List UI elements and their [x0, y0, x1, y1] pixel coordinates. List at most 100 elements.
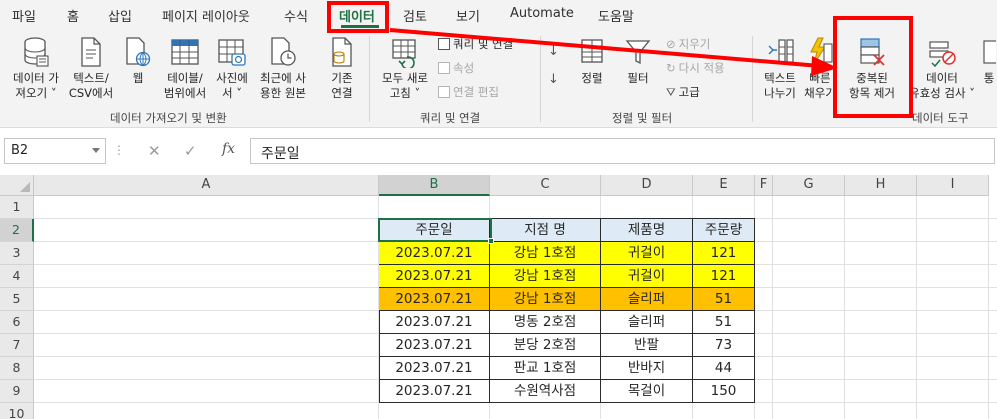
table-cell-product[interactable]: 반바지 [601, 357, 693, 380]
row-header-6[interactable]: 6 [0, 311, 34, 334]
row-header-3[interactable]: 3 [0, 242, 34, 265]
table-cell-quantity[interactable]: 121 [693, 265, 755, 288]
tab-view[interactable]: 보기 [456, 6, 480, 25]
text-to-columns-button[interactable]: 텍스트 나누기 [756, 36, 804, 101]
table-cell-order-date[interactable]: 2023.07.21 [379, 334, 490, 357]
remove-duplicates-button[interactable]: 중복된 항목 제거 [840, 36, 904, 101]
table-cell-branch[interactable]: 수원역사점 [490, 380, 601, 403]
table-cell-quantity[interactable]: 150 [693, 380, 755, 403]
from-text-csv-button[interactable]: 텍스트/ CSV에서 [66, 36, 116, 101]
select-all-button[interactable] [0, 175, 34, 196]
tab-review[interactable]: 검토 [403, 6, 427, 25]
tab-insert[interactable]: 삽입 [108, 6, 132, 25]
column-header-f[interactable]: F [755, 175, 773, 196]
column-header-d[interactable]: D [601, 175, 693, 196]
row-header-5[interactable]: 5 [0, 288, 34, 311]
row-header-1[interactable]: 1 [0, 196, 34, 219]
table-cell-quantity[interactable]: 51 [693, 311, 755, 334]
table-cell-branch[interactable]: 분당 2호점 [490, 334, 601, 357]
filter-button[interactable]: 필터 [618, 36, 658, 86]
flash-fill-button[interactable]: 빠른 채우기 [804, 36, 836, 101]
sort-za-button[interactable]: ↓ [548, 72, 559, 87]
column-header-i[interactable]: I [917, 175, 989, 196]
flash-fill-label-2: 채우기 [804, 86, 836, 100]
column-header-h[interactable]: H [845, 175, 917, 196]
tab-automate[interactable]: Automate [510, 6, 574, 21]
table-header-quantity[interactable]: 주문량 [693, 219, 755, 242]
table-cell-branch[interactable]: 강남 1호점 [490, 288, 601, 311]
row-header-8[interactable]: 8 [0, 357, 34, 380]
table-cell-quantity[interactable]: 44 [693, 357, 755, 380]
tab-formulas[interactable]: 수식 [284, 6, 308, 25]
tab-file[interactable]: 파일 [12, 6, 36, 25]
get-data-button[interactable]: 데이터 가 져오기 ˅ [6, 36, 66, 101]
from-web-button[interactable]: 웹 [118, 36, 158, 86]
enter-check-icon[interactable]: ✓ [184, 142, 197, 160]
column-header-e[interactable]: E [693, 175, 755, 196]
grid-line-vertical [772, 196, 773, 419]
table-cell-order-date[interactable]: 2023.07.21 [379, 357, 490, 380]
tab-data[interactable]: 데이터 [339, 6, 375, 25]
column-header-g[interactable]: G [773, 175, 845, 196]
tab-home[interactable]: 홈 [67, 6, 79, 25]
queries-connections-button[interactable]: 쿼리 및 연결 [438, 36, 513, 52]
formula-input[interactable]: 주문일 [250, 138, 995, 164]
row-header-7[interactable]: 7 [0, 334, 34, 357]
select-all-icon [20, 182, 30, 192]
tab-help[interactable]: 도움말 [598, 6, 634, 25]
consolidate-icon [983, 40, 996, 64]
table-cell-order-date[interactable]: 2023.07.21 [379, 242, 490, 265]
from-table-range-button[interactable]: 테이블/ 범위에서 [160, 36, 210, 101]
table-cell-quantity[interactable]: 51 [693, 288, 755, 311]
table-cell-branch[interactable]: 강남 1호점 [490, 242, 601, 265]
properties-button[interactable]: 속성 [438, 60, 474, 76]
cancel-icon[interactable]: ✕ [148, 142, 161, 160]
table-cell-product[interactable]: 귀걸이 [601, 265, 693, 288]
chevron-down-icon[interactable] [92, 148, 100, 153]
table-cell-order-date[interactable]: 2023.07.21 [379, 265, 490, 288]
sort-button[interactable]: 정렬 [572, 36, 612, 86]
tab-page-layout[interactable]: 페이지 레이아웃 [162, 6, 250, 25]
table-cell-order-date[interactable]: 2023.07.21 [379, 311, 490, 334]
clear-label: 지우기 [678, 37, 711, 51]
table-header-product[interactable]: 제품명 [601, 219, 693, 242]
more-options-icon[interactable]: ⋮ [113, 143, 125, 157]
insert-function-icon[interactable]: fx [222, 141, 235, 157]
table-cell-branch[interactable]: 명동 2호점 [490, 311, 601, 334]
table-cell-quantity[interactable]: 121 [693, 242, 755, 265]
row-header-9[interactable]: 9 [0, 380, 34, 403]
column-header-b[interactable]: B [379, 175, 490, 196]
table-cell-order-date[interactable]: 2023.07.21 [379, 380, 490, 403]
fill-handle[interactable] [488, 238, 494, 244]
consolidate-button[interactable]: 통 [982, 36, 996, 86]
row-header-4[interactable]: 4 [0, 265, 34, 288]
table-cell-branch[interactable]: 강남 1호점 [490, 265, 601, 288]
column-header-c[interactable]: C [490, 175, 601, 196]
table-header-branch[interactable]: 지점 명 [490, 219, 601, 242]
table-cell-product[interactable]: 반팔 [601, 334, 693, 357]
edit-links-button[interactable]: 연결 편집 [438, 84, 499, 100]
table-header-order-date[interactable]: 주문일 [379, 219, 490, 242]
reapply-button[interactable]: ↻ 다시 적용 [666, 60, 725, 76]
existing-connections-button[interactable]: 기존 연결 [320, 36, 364, 101]
name-box[interactable]: B2 [4, 138, 106, 164]
recent-sources-button[interactable]: 최근에 사 용한 원본 [254, 36, 312, 101]
table-cell-product[interactable]: 목걸이 [601, 380, 693, 403]
refresh-all-button[interactable]: 모두 새로 고침 ˅ [376, 36, 434, 101]
table-cell-product[interactable]: 귀걸이 [601, 242, 693, 265]
table-cell-product[interactable]: 슬리퍼 [601, 311, 693, 334]
table-cell-branch[interactable]: 판교 1호점 [490, 357, 601, 380]
table-cell-product[interactable]: 슬리퍼 [601, 288, 693, 311]
advanced-filter-button[interactable]: ⛛ 고급 [666, 84, 700, 100]
row-header-2[interactable]: 2 [0, 219, 34, 242]
from-picture-button[interactable]: 사진에 서 ˅ [210, 36, 254, 101]
table-cell-order-date[interactable]: 2023.07.21 [379, 288, 490, 311]
sort-az-button[interactable]: ↓ [548, 44, 559, 59]
table-cell-quantity[interactable]: 73 [693, 334, 755, 357]
clear-button[interactable]: ⊘ 지우기 [666, 36, 710, 52]
data-validation-button[interactable]: 데이터 유효성 검사 ˅ [906, 36, 978, 101]
column-header-a[interactable]: A [34, 175, 379, 196]
row-header-10[interactable]: 10 [0, 403, 34, 419]
sort-label: 정렬 [581, 71, 603, 85]
edit-links-icon [438, 86, 450, 98]
